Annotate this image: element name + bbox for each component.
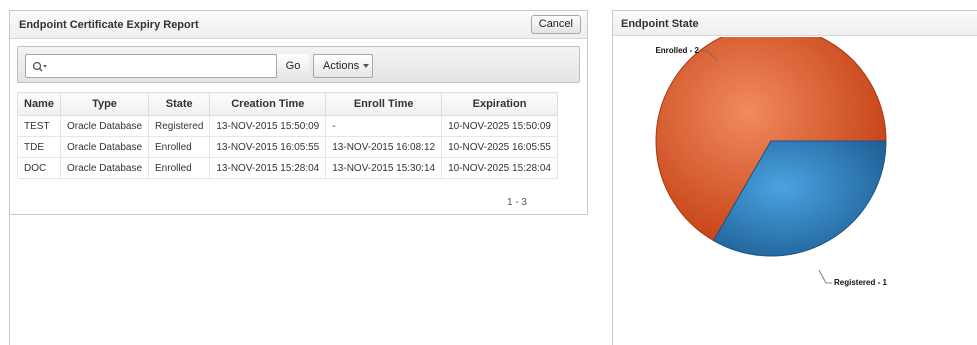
- cell-type: Oracle Database: [59, 136, 150, 158]
- cell-expiration: 10-NOV-2025 15:50:09: [441, 115, 558, 137]
- cell-name: DOC: [17, 157, 61, 179]
- report-region: Endpoint Certificate Expiry Report Cance…: [9, 10, 588, 345]
- cell-state: Registered: [148, 115, 211, 137]
- cell-enroll-time: -: [325, 115, 443, 137]
- cell-type: Oracle Database: [59, 157, 150, 179]
- cell-name: TEST: [17, 115, 61, 137]
- cell-creation-time: 13-NOV-2015 15:50:09: [209, 115, 327, 137]
- endpoint-state-pie-chart: Enrolled - 2 Registered - 1: [655, 37, 887, 287]
- page-title: Endpoint Certificate Expiry Report: [19, 19, 199, 31]
- report-header: Endpoint Certificate Expiry Report Cance…: [10, 11, 587, 39]
- cell-expiration: 10-NOV-2025 16:05:55: [441, 136, 558, 158]
- report-panel: Endpoint Certificate Expiry Report Cance…: [10, 10, 588, 215]
- pie-label: Enrolled - 2: [655, 46, 699, 55]
- actions-menu-button[interactable]: Actions: [313, 54, 373, 78]
- cell-enroll-time: 13-NOV-2015 15:30:14: [325, 157, 443, 179]
- table-header-row: Name Type State Creation Time Enroll Tim…: [17, 92, 558, 116]
- cell-type: Oracle Database: [59, 115, 150, 137]
- column-header-name[interactable]: Name: [17, 92, 61, 116]
- table-row: TDE Oracle Database Enrolled 13-NOV-2015…: [17, 136, 558, 158]
- column-header-state[interactable]: State: [148, 92, 211, 116]
- column-header-type[interactable]: Type: [59, 92, 150, 116]
- endpoint-state-panel: Endpoint State Enrolled - 2 Registered - …: [612, 10, 977, 345]
- table-row: DOC Oracle Database Enrolled 13-NOV-2015…: [17, 157, 558, 179]
- pie-leader-line: [818, 269, 832, 284]
- cancel-button[interactable]: Cancel: [530, 15, 581, 34]
- cell-expiration: 10-NOV-2025 15:28:04: [441, 157, 558, 179]
- go-button[interactable]: Go: [276, 54, 309, 78]
- cell-creation-time: 13-NOV-2015 15:28:04: [209, 157, 327, 179]
- table-row: TEST Oracle Database Registered 13-NOV-2…: [17, 115, 558, 137]
- report-table: Name Type State Creation Time Enroll Tim…: [17, 92, 558, 179]
- chevron-down-icon: [363, 64, 370, 69]
- endpoint-state-header: Endpoint State: [613, 10, 977, 36]
- pie-label: Registered - 1: [834, 278, 887, 287]
- column-header-expiration[interactable]: Expiration: [441, 92, 558, 116]
- cell-enroll-time: 13-NOV-2015 16:08:12: [325, 136, 443, 158]
- cell-state: Enrolled: [148, 136, 211, 158]
- endpoint-state-title: Endpoint State: [621, 18, 699, 30]
- actions-label: Actions: [323, 60, 360, 72]
- cell-creation-time: 13-NOV-2015 16:05:55: [209, 136, 327, 158]
- cell-name: TDE: [17, 136, 61, 158]
- search-input[interactable]: [52, 57, 272, 75]
- pagination-label: 1 - 3: [506, 197, 527, 208]
- column-header-enroll-time[interactable]: Enroll Time: [325, 92, 443, 116]
- column-header-creation-time[interactable]: Creation Time: [209, 92, 327, 116]
- report-toolbar: Go Actions: [17, 46, 580, 83]
- cell-state: Enrolled: [148, 157, 211, 179]
- search-box: Go: [25, 54, 309, 78]
- search-icon[interactable]: [32, 61, 48, 73]
